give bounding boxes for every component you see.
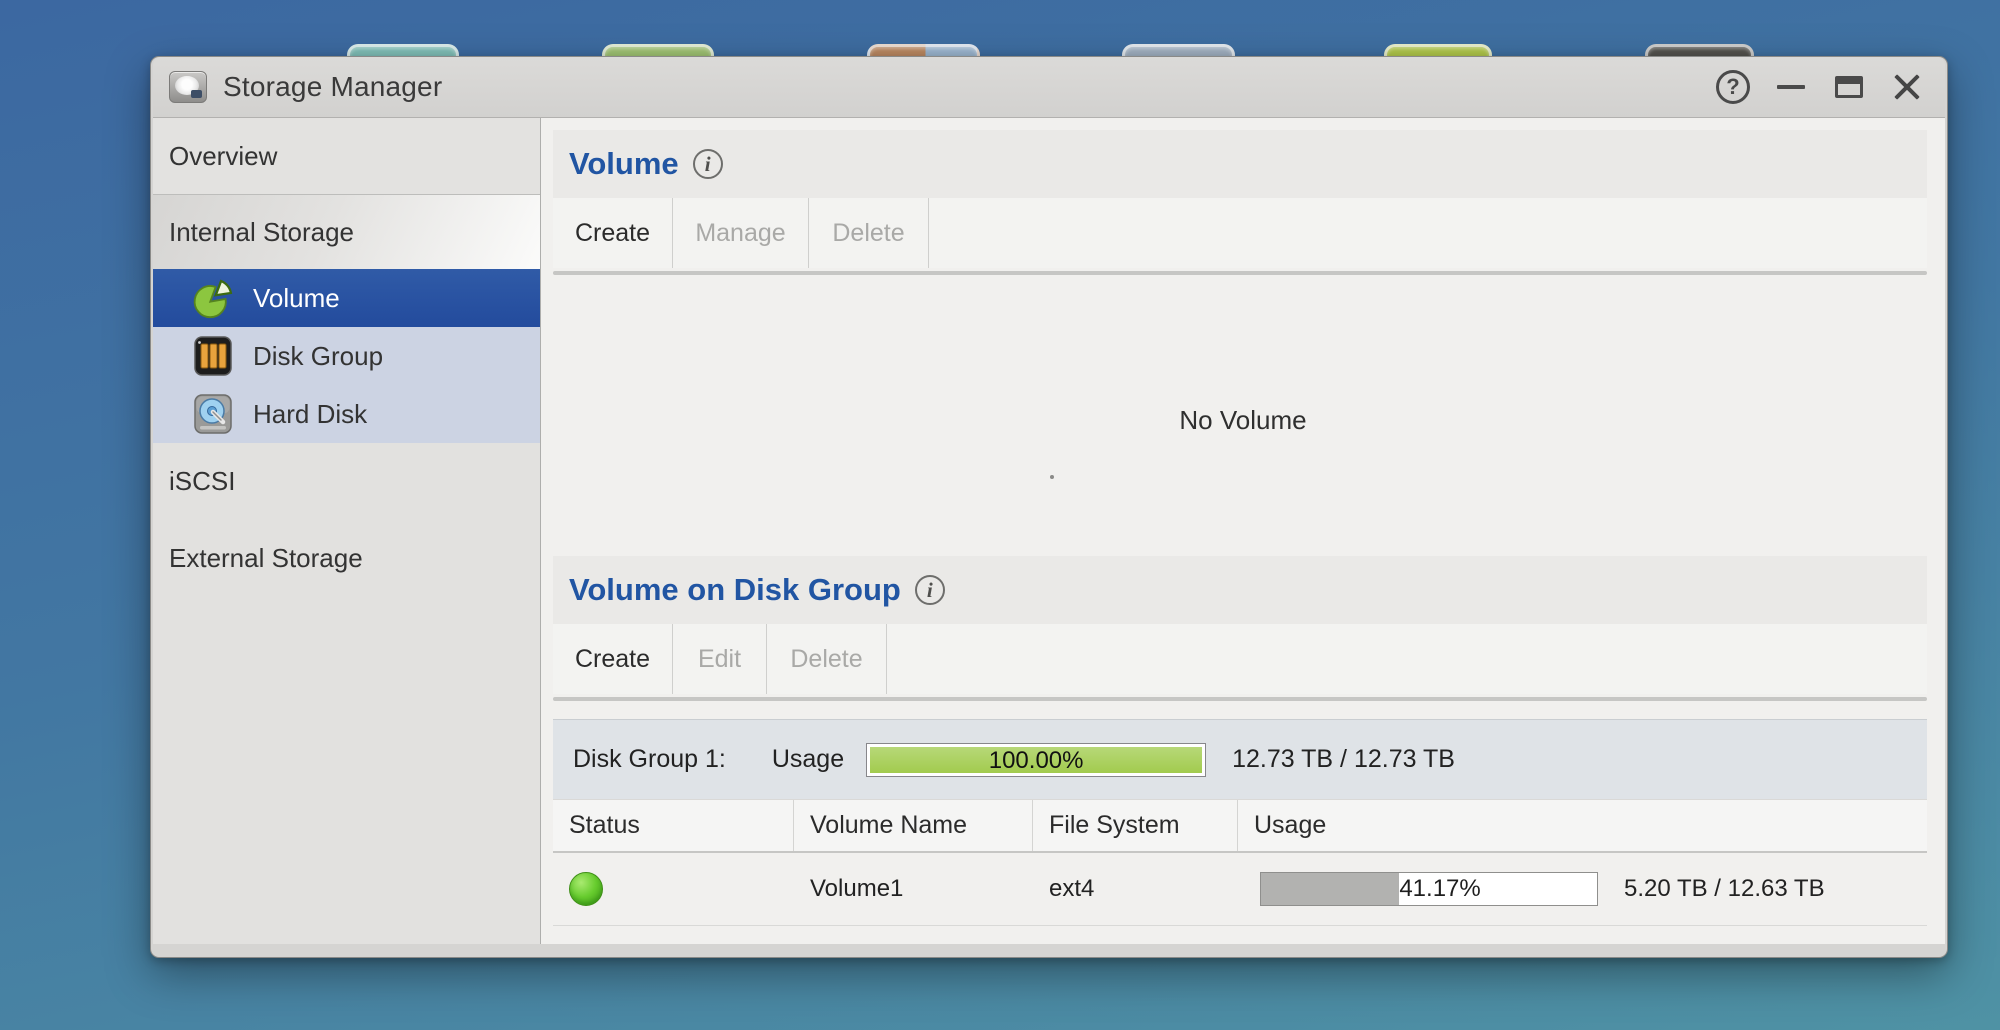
disk-group-usage-bar: 100.00% xyxy=(866,742,1207,777)
volume-on-disk-group-title: Volume on Disk Group xyxy=(569,572,901,607)
usage-percent: 41.17% xyxy=(1399,875,1481,902)
sidebar-item-disk-group[interactable]: Disk Group xyxy=(153,327,540,385)
volume-section-header: Volume i xyxy=(553,130,1927,198)
maximize-icon xyxy=(1835,76,1863,98)
sidebar-item-iscsi[interactable]: iSCSI xyxy=(153,443,540,520)
toolbar-separator xyxy=(886,624,887,694)
disk-group-summary: Disk Group 1: Usage 100.00% 12.73 TB / 1… xyxy=(553,719,1927,799)
close-button[interactable] xyxy=(1885,65,1929,109)
vdg-create-button[interactable]: Create xyxy=(553,624,672,694)
minimize-button[interactable] xyxy=(1769,65,1813,109)
sidebar-section-label: Internal Storage xyxy=(169,216,355,247)
sidebar-item-label: Overview xyxy=(169,140,278,171)
sidebar-item-label: Volume xyxy=(253,282,340,313)
sidebar-item-label: Disk Group xyxy=(253,340,384,371)
volume-create-button[interactable]: Create xyxy=(553,198,672,268)
column-header-status[interactable]: Status xyxy=(553,800,794,851)
close-icon xyxy=(1892,72,1922,102)
help-button[interactable]: ? xyxy=(1711,65,1755,109)
column-header-volume-name[interactable]: Volume Name xyxy=(794,800,1033,851)
titlebar[interactable]: Storage Manager ? xyxy=(153,57,1945,117)
sidebar-section-internal-storage[interactable]: Internal Storage xyxy=(153,195,540,269)
disk-group-name: Disk Group 1: xyxy=(573,745,726,773)
pie-chart-icon xyxy=(193,279,233,319)
volume-size: 5.20 TB / 12.63 TB xyxy=(1624,875,1825,902)
sidebar-item-label: External Storage xyxy=(169,543,363,573)
sidebar-item-volume[interactable]: Volume xyxy=(153,269,540,327)
status-led-green xyxy=(569,872,603,906)
minimize-icon xyxy=(1777,85,1805,89)
volume-section-title: Volume xyxy=(569,146,679,181)
usage-label: Usage xyxy=(771,745,845,773)
toolbar-separator xyxy=(928,198,929,268)
volume-name-cell: Volume1 xyxy=(810,875,904,902)
usage-percent: 100.00% xyxy=(988,746,1084,774)
no-volume-message: No Volume xyxy=(1179,404,1307,435)
info-icon[interactable]: i xyxy=(914,575,945,605)
vdg-edit-button[interactable]: Edit xyxy=(673,624,766,694)
sidebar-item-overview[interactable]: Overview xyxy=(153,118,540,195)
volume-empty-area: No Volume xyxy=(541,275,1945,556)
sidebar-item-hard-disk[interactable]: Hard Disk xyxy=(153,385,540,443)
column-header-file-system[interactable]: File System xyxy=(1033,800,1238,851)
volume-manage-button[interactable]: Manage xyxy=(673,198,808,268)
volume-usage-bar: 41.17% xyxy=(1260,872,1598,906)
volume-table-header: Status Volume Name File System Usage xyxy=(553,799,1927,853)
disk-group-capacity: 12.73 TB / 12.73 TB xyxy=(1232,745,1455,773)
volume-toolbar: Create Manage Delete xyxy=(553,198,1927,268)
usage-bar-fill xyxy=(1261,873,1400,905)
desktop-background: Storage Manager ? Overview Internal Stor… xyxy=(0,0,2000,1030)
window-controls: ? xyxy=(1711,65,1929,109)
info-icon[interactable]: i xyxy=(692,149,723,179)
volume-on-disk-group-toolbar: Create Edit Delete xyxy=(553,624,1927,694)
volume-on-disk-group-header: Volume on Disk Group i xyxy=(553,556,1927,624)
storage-manager-window: Storage Manager ? Overview Internal Stor… xyxy=(150,56,1948,958)
sidebar-item-external-storage[interactable]: External Storage xyxy=(153,520,540,597)
section-divider xyxy=(553,697,1927,701)
maximize-button[interactable] xyxy=(1827,65,1871,109)
help-icon: ? xyxy=(1716,70,1750,104)
volume-delete-button[interactable]: Delete xyxy=(809,198,928,268)
sidebar-item-label: Hard Disk xyxy=(253,398,368,429)
hard-drive-app-icon xyxy=(169,71,207,103)
hard-disk-icon xyxy=(194,394,232,434)
sidebar: Overview Internal Storage Volume Disk Gr… xyxy=(153,118,541,944)
file-system-cell: ext4 xyxy=(1049,875,1095,902)
table-row[interactable]: Volume1 ext4 41.17% 5.20 TB / 12.63 TB xyxy=(553,853,1927,926)
disk-array-icon xyxy=(194,336,232,376)
sidebar-item-label: iSCSI xyxy=(169,466,236,496)
vdg-delete-button[interactable]: Delete xyxy=(767,624,886,694)
column-header-usage[interactable]: Usage xyxy=(1238,800,1927,851)
main-panel: Volume i Create Manage Delete No Volume xyxy=(541,118,1945,944)
cursor-dot xyxy=(1050,475,1054,479)
window-title: Storage Manager xyxy=(223,71,443,102)
